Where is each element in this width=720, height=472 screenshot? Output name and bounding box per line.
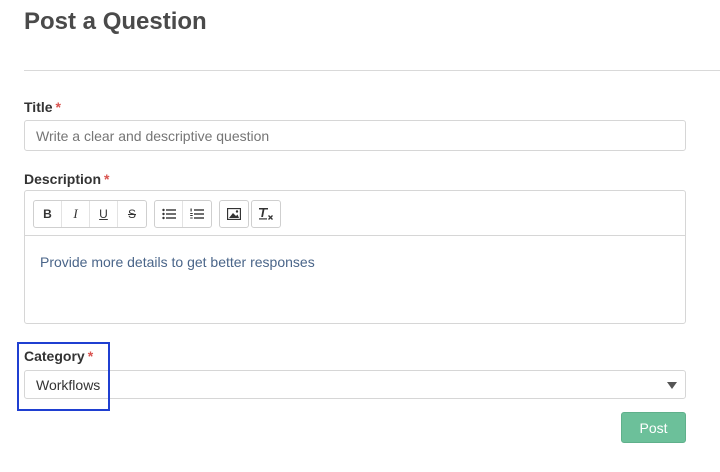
required-mark: *: [104, 171, 110, 187]
description-label: Description *: [24, 171, 109, 187]
list-group: [154, 200, 212, 228]
description-editor: B I U S Provide more details to get bett…: [24, 190, 686, 324]
clear-group: [251, 200, 281, 228]
numbered-list-button[interactable]: [183, 201, 211, 227]
bold-button[interactable]: B: [34, 201, 62, 227]
category-highlight: [17, 342, 110, 411]
image-group: [219, 200, 249, 228]
page-title: Post a Question: [24, 8, 207, 35]
insert-image-button[interactable]: [220, 201, 248, 227]
category-select[interactable]: Workflows: [24, 370, 686, 399]
post-button[interactable]: Post: [621, 412, 686, 443]
clear-format-button[interactable]: [252, 201, 280, 227]
title-label-text: Title: [24, 99, 53, 115]
title-label: Title *: [24, 99, 61, 115]
description-textarea[interactable]: Provide more details to get better respo…: [25, 236, 685, 288]
header-divider: [24, 70, 720, 71]
bullet-list-icon: [161, 208, 176, 220]
numbered-list-icon: [190, 208, 204, 219]
clear-format-icon: [259, 208, 273, 220]
underline-button[interactable]: U: [90, 201, 118, 227]
description-label-text: Description: [24, 171, 102, 187]
chevron-down-icon: [667, 382, 677, 389]
italic-button[interactable]: I: [62, 201, 90, 227]
image-icon: [227, 208, 241, 220]
required-mark: *: [55, 99, 61, 115]
format-group: B I U S: [33, 200, 147, 228]
strikethrough-button[interactable]: S: [118, 201, 146, 227]
title-input[interactable]: [24, 120, 686, 151]
editor-toolbar: B I U S: [25, 191, 685, 236]
bullet-list-button[interactable]: [155, 201, 183, 227]
